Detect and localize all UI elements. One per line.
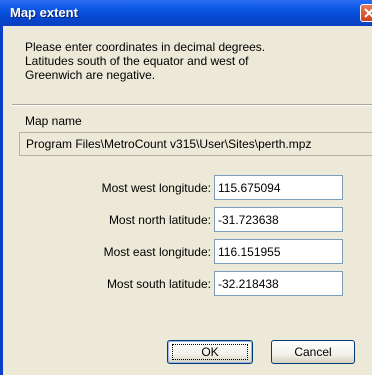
cancel-button[interactable]: Cancel <box>271 340 355 364</box>
east-longitude-label: Most east longitude: <box>103 245 211 259</box>
west-longitude-label: Most west longitude: <box>101 181 211 195</box>
north-latitude-label: Most north latitude: <box>108 213 211 227</box>
window-title: Map extent <box>10 5 78 20</box>
map-name-value: Program Files\MetroCount v315\User\Sites… <box>19 132 372 156</box>
instructions-text: Please enter coordinates in decimal degr… <box>25 40 355 82</box>
instructions-line: Greenwich are negative. <box>25 68 156 82</box>
separator <box>12 104 372 106</box>
ok-button[interactable]: OK <box>167 340 253 364</box>
east-longitude-row: Most east longitude: <box>3 239 372 265</box>
close-button[interactable] <box>360 4 372 22</box>
title-bar[interactable]: Map extent <box>0 0 372 26</box>
instructions-line: Latitudes south of the equator and west … <box>25 54 249 68</box>
north-latitude-row: Most north latitude: <box>3 207 372 233</box>
cancel-button-label: Cancel <box>294 345 332 359</box>
south-latitude-row: Most south latitude: <box>3 271 372 297</box>
east-longitude-input[interactable] <box>214 239 343 264</box>
south-latitude-input[interactable] <box>214 271 343 296</box>
west-longitude-row: Most west longitude: <box>3 175 372 201</box>
dialog-body: Please enter coordinates in decimal degr… <box>3 26 372 375</box>
south-latitude-label: Most south latitude: <box>106 277 211 291</box>
map-name-label: Map name <box>25 114 82 128</box>
west-longitude-input[interactable] <box>214 175 343 200</box>
focus-rectangle <box>172 344 248 360</box>
instructions-line: Please enter coordinates in decimal degr… <box>25 40 266 54</box>
close-icon <box>364 8 372 18</box>
north-latitude-input[interactable] <box>214 207 343 232</box>
map-extent-dialog: Map extent Please enter coordinates in d… <box>0 0 372 375</box>
